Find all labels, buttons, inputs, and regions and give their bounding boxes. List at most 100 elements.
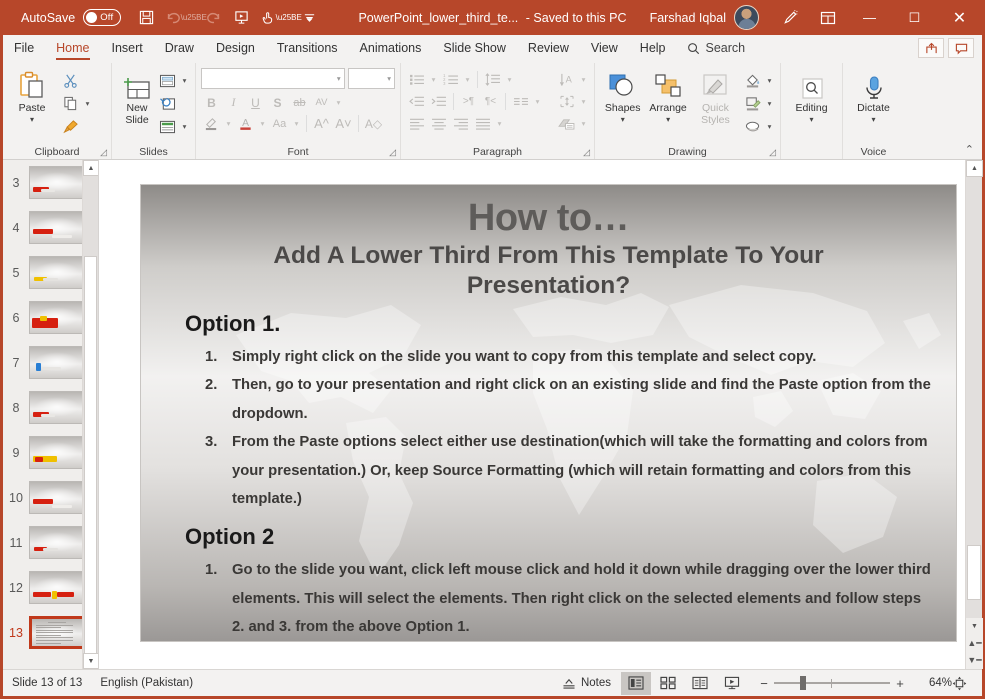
slide-thumbnail-preview[interactable] bbox=[29, 301, 85, 334]
option1-step-list[interactable]: 1. Simply right click on the slide you wa… bbox=[205, 343, 934, 514]
slide-show-view-button[interactable] bbox=[717, 672, 747, 695]
slide-title-line1[interactable]: How to… bbox=[163, 199, 934, 237]
align-left-icon[interactable] bbox=[406, 113, 427, 134]
paragraph-dialog-launcher[interactable]: ◿ bbox=[583, 147, 590, 158]
align-text-dropdown-icon[interactable]: ▾ bbox=[578, 97, 589, 106]
canvas-scroll-down-button[interactable]: ▼ bbox=[966, 618, 983, 635]
canvas-scroll-up-button[interactable]: ▲ bbox=[966, 160, 983, 177]
tab-slide-show[interactable]: Slide Show bbox=[432, 35, 517, 61]
autosave-toggle[interactable]: AutoSave Off bbox=[21, 9, 122, 26]
align-center-icon[interactable] bbox=[428, 113, 449, 134]
section-dropdown-icon[interactable]: ▾ bbox=[179, 122, 190, 131]
justify-icon[interactable] bbox=[472, 113, 493, 134]
convert-to-smartart-icon[interactable] bbox=[556, 113, 577, 134]
zoom-slider-handle[interactable] bbox=[800, 676, 806, 690]
notes-button[interactable]: Notes bbox=[553, 670, 620, 697]
share-button[interactable] bbox=[918, 38, 944, 58]
slide-thumbnail-preview[interactable] bbox=[29, 526, 85, 559]
decrease-font-size-icon[interactable]: A˅ bbox=[333, 113, 354, 134]
thumbnail-scroll-up-button[interactable]: ▲ bbox=[83, 160, 98, 176]
option2-heading[interactable]: Option 2 bbox=[185, 524, 934, 550]
tab-home[interactable]: Home bbox=[45, 35, 100, 61]
quick-styles-button[interactable]: Quick Styles bbox=[691, 67, 740, 127]
option1-heading[interactable]: Option 1. bbox=[185, 311, 934, 337]
justify-dropdown-icon[interactable]: ▾ bbox=[494, 119, 505, 128]
strikethrough-button[interactable]: ab bbox=[289, 92, 310, 113]
option2-step-list[interactable]: 1. Go to the slide you want, click left m… bbox=[205, 556, 934, 641]
change-case-button[interactable]: Aa bbox=[269, 113, 290, 134]
zoom-in-button[interactable]: + bbox=[890, 676, 910, 691]
shape-effects-icon[interactable] bbox=[742, 116, 763, 137]
tab-help[interactable]: Help bbox=[629, 35, 677, 61]
paste-button[interactable]: Paste ▾ bbox=[8, 67, 56, 124]
drawing-dialog-launcher[interactable]: ◿ bbox=[769, 147, 776, 158]
language-indicator[interactable]: English (Pakistan) bbox=[91, 670, 202, 697]
slide-thumbnail-preview[interactable] bbox=[29, 571, 85, 604]
ribbon-display-options-icon[interactable] bbox=[809, 0, 847, 35]
dictate-button[interactable]: Dictate ▾ bbox=[850, 67, 898, 124]
new-slide-button[interactable]: New Slide bbox=[117, 67, 157, 127]
slide-thumbnail-preview[interactable] bbox=[29, 256, 85, 289]
ltr-direction-icon[interactable]: >¶ bbox=[458, 91, 479, 112]
shape-outline-icon[interactable] bbox=[742, 93, 763, 114]
tab-view[interactable]: View bbox=[580, 35, 629, 61]
arrange-button[interactable]: Arrange ▾ bbox=[645, 67, 690, 124]
line-spacing-dropdown-icon[interactable]: ▾ bbox=[504, 75, 515, 84]
text-highlight-dropdown-icon[interactable]: ▾ bbox=[223, 119, 234, 128]
slide-canvas[interactable]: How to… Add A Lower Third From This Temp… bbox=[99, 160, 983, 669]
section-icon[interactable] bbox=[157, 116, 178, 137]
undo-dropdown-icon[interactable]: \u25BE bbox=[181, 5, 207, 31]
shape-fill-dropdown-icon[interactable]: ▾ bbox=[764, 76, 775, 85]
rtl-direction-icon[interactable]: ¶< bbox=[480, 91, 501, 112]
slide-thumbnail-preview[interactable] bbox=[29, 481, 85, 514]
zoom-out-button[interactable]: − bbox=[754, 676, 774, 691]
tab-draw[interactable]: Draw bbox=[154, 35, 205, 61]
zoom-track[interactable] bbox=[774, 675, 890, 692]
tab-animations[interactable]: Animations bbox=[349, 35, 433, 61]
shape-effects-dropdown-icon[interactable]: ▾ bbox=[764, 122, 775, 131]
thumbnail-scroll-down-button[interactable]: ▼ bbox=[83, 653, 98, 669]
numbering-dropdown-icon[interactable]: ▾ bbox=[462, 75, 473, 84]
zoom-percent[interactable]: 64% bbox=[916, 677, 952, 689]
font-color-icon[interactable]: A bbox=[235, 113, 256, 134]
line-spacing-icon[interactable] bbox=[482, 69, 503, 90]
slide-thumbnail-preview[interactable] bbox=[29, 391, 85, 424]
avatar[interactable] bbox=[734, 5, 759, 30]
reading-view-button[interactable] bbox=[685, 672, 715, 695]
font-size-input[interactable]: ▾ bbox=[347, 68, 395, 89]
increase-font-size-icon[interactable]: A^ bbox=[311, 113, 332, 134]
layout-dropdown-icon[interactable]: ▾ bbox=[179, 76, 190, 85]
font-name-input[interactable]: ▾ bbox=[201, 68, 345, 89]
autosave-switch[interactable]: Off bbox=[83, 9, 122, 26]
start-presentation-icon[interactable] bbox=[228, 5, 254, 31]
editing-dropdown-icon[interactable]: ▾ bbox=[809, 115, 813, 124]
italic-button[interactable]: I bbox=[223, 92, 244, 113]
fit-slide-to-window-button[interactable] bbox=[952, 676, 982, 691]
tab-transitions[interactable]: Transitions bbox=[266, 35, 349, 61]
thumbnail-scroll-thumb[interactable] bbox=[84, 256, 97, 656]
columns-icon[interactable] bbox=[510, 91, 531, 112]
next-slide-button[interactable]: ▼━ bbox=[966, 652, 983, 669]
zoom-slider[interactable]: − + bbox=[754, 675, 910, 692]
touch-mode-dropdown-icon[interactable]: \u25BE bbox=[276, 5, 302, 31]
customize-qat-icon[interactable] bbox=[296, 5, 322, 31]
slide-thumbnail-preview[interactable] bbox=[29, 211, 85, 244]
slide-thumbnail-preview[interactable] bbox=[29, 616, 85, 649]
text-direction-icon[interactable]: A bbox=[556, 69, 577, 90]
columns-dropdown-icon[interactable]: ▾ bbox=[532, 97, 543, 106]
smartart-dropdown-icon[interactable]: ▾ bbox=[578, 119, 589, 128]
search-box[interactable]: Search bbox=[677, 35, 756, 61]
character-spacing-button[interactable]: AV bbox=[311, 92, 332, 113]
thumbnail-scrollbar[interactable]: ▲ ▼ bbox=[82, 160, 98, 669]
text-shadow-button[interactable]: S bbox=[267, 92, 288, 113]
decrease-indent-icon[interactable] bbox=[406, 91, 427, 112]
user-name[interactable]: Farshad Iqbal bbox=[650, 11, 726, 25]
clipboard-dialog-launcher[interactable]: ◿ bbox=[100, 147, 107, 158]
slide-sorter-view-button[interactable] bbox=[653, 672, 683, 695]
slide-thumbnail-preview[interactable] bbox=[29, 166, 85, 199]
bullets-dropdown-icon[interactable]: ▾ bbox=[428, 75, 439, 84]
layout-icon[interactable] bbox=[157, 70, 178, 91]
character-spacing-dropdown-icon[interactable]: ▾ bbox=[333, 98, 344, 107]
font-size-dropdown-icon[interactable]: ▾ bbox=[387, 74, 391, 83]
redo-icon[interactable] bbox=[201, 5, 227, 31]
